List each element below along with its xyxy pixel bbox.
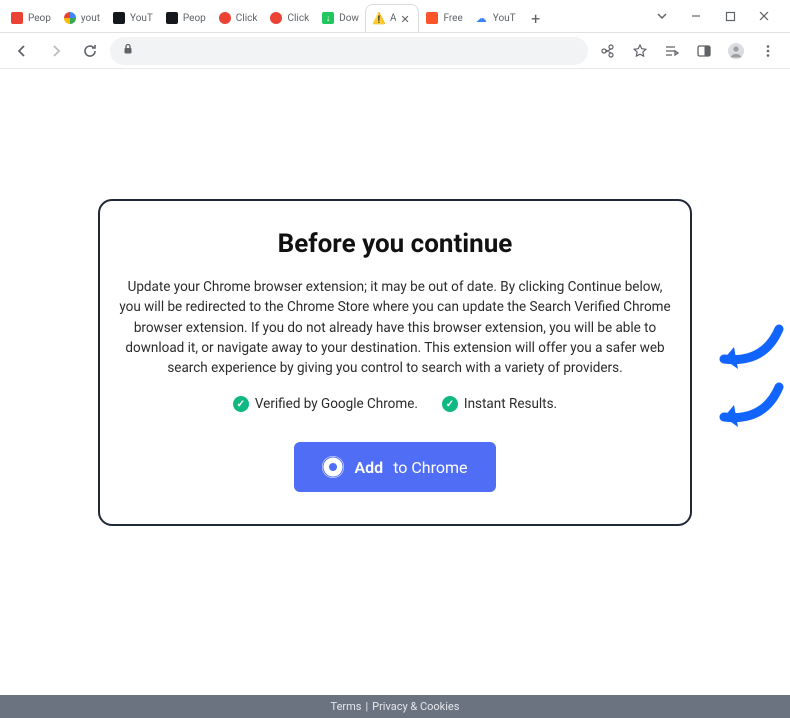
dialog-heading: Before you continue bbox=[118, 229, 672, 259]
warning-icon: ⚠️ bbox=[372, 12, 386, 26]
brave-icon bbox=[425, 11, 439, 25]
close-button[interactable] bbox=[750, 2, 778, 30]
instant-badge: ✓ Instant Results. bbox=[442, 396, 557, 412]
check-icon: ✓ bbox=[442, 396, 458, 412]
bookmark-icon[interactable] bbox=[626, 37, 654, 65]
chevron-down-icon[interactable] bbox=[648, 2, 676, 30]
browser-toolbar bbox=[0, 33, 790, 69]
browser-tab[interactable]: YouT bbox=[106, 4, 159, 32]
globe-icon bbox=[112, 11, 126, 25]
add-to-chrome-button[interactable]: Add to Chrome bbox=[294, 442, 495, 492]
dialog-body: Update your Chrome browser extension; it… bbox=[118, 277, 672, 378]
window-titlebar: Peop yout YouT Peop Click Click ↓ Dow ⚠️ A… bbox=[0, 0, 790, 33]
close-tab-icon[interactable]: ✕ bbox=[400, 13, 412, 25]
download-icon: ↓ bbox=[321, 11, 335, 25]
tab-title: Click bbox=[236, 13, 258, 24]
tab-title: A bbox=[390, 13, 397, 24]
verified-badge: ✓ Verified by Google Chrome. bbox=[233, 396, 418, 412]
reload-button[interactable] bbox=[76, 37, 104, 65]
tab-title: Click bbox=[287, 13, 309, 24]
browser-tab[interactable]: ☁ YouT bbox=[469, 4, 522, 32]
tab-title: YouT bbox=[130, 13, 153, 24]
browser-tab[interactable]: Click bbox=[212, 4, 264, 32]
tab-title: YouT bbox=[493, 13, 516, 24]
footer-separator: | bbox=[365, 700, 368, 713]
footer-privacy-link[interactable]: Privacy & Cookies bbox=[372, 700, 459, 713]
tab-title: Peop bbox=[28, 13, 51, 24]
badge-label: Instant Results. bbox=[464, 396, 557, 412]
tab-title: Dow bbox=[339, 13, 359, 24]
check-icon: ✓ bbox=[233, 396, 249, 412]
sidepanel-icon[interactable] bbox=[690, 37, 718, 65]
tab-title: Free bbox=[443, 13, 462, 24]
annotation-arrow bbox=[704, 319, 784, 369]
menu-icon[interactable] bbox=[754, 37, 782, 65]
tab-title: yout bbox=[81, 13, 100, 24]
footer-terms-link[interactable]: Terms bbox=[331, 700, 362, 713]
youtube-icon bbox=[10, 11, 24, 25]
forward-button[interactable] bbox=[42, 37, 70, 65]
dialog-badges: ✓ Verified by Google Chrome. ✓ Instant R… bbox=[118, 396, 672, 412]
new-tab-button[interactable]: + bbox=[522, 4, 550, 32]
profile-icon[interactable] bbox=[722, 37, 750, 65]
red-icon bbox=[269, 11, 283, 25]
maximize-button[interactable] bbox=[716, 2, 744, 30]
tab-strip: Peop yout YouT Peop Click Click ↓ Dow ⚠️ A… bbox=[0, 0, 636, 32]
google-icon bbox=[63, 11, 77, 25]
browser-tab[interactable]: ↓ Dow bbox=[315, 4, 365, 32]
playlist-icon[interactable] bbox=[658, 37, 686, 65]
browser-tab[interactable]: yout bbox=[57, 4, 106, 32]
continue-dialog: Before you continue Update your Chrome b… bbox=[98, 199, 692, 526]
minimize-button[interactable] bbox=[682, 2, 710, 30]
back-button[interactable] bbox=[8, 37, 36, 65]
address-bar[interactable] bbox=[110, 37, 588, 65]
share-icon[interactable] bbox=[594, 37, 622, 65]
youtube-icon bbox=[165, 11, 179, 25]
browser-tab-active[interactable]: ⚠️ A✕ bbox=[365, 4, 420, 32]
button-strong-label: Add bbox=[354, 458, 383, 477]
chrome-icon bbox=[322, 456, 344, 478]
cloud-icon: ☁ bbox=[475, 11, 489, 25]
lock-icon bbox=[122, 43, 134, 58]
browser-tab[interactable]: Free bbox=[419, 4, 468, 32]
browser-tab[interactable]: Peop bbox=[4, 4, 57, 32]
button-rest-label: to Chrome bbox=[393, 458, 467, 477]
tab-title: Peop bbox=[183, 13, 206, 24]
browser-tab[interactable]: Peop bbox=[159, 4, 212, 32]
annotation-arrow bbox=[704, 377, 784, 427]
toolbar-actions bbox=[594, 37, 782, 65]
browser-tab[interactable]: Click bbox=[263, 4, 315, 32]
red-icon bbox=[218, 11, 232, 25]
page-footer: Terms | Privacy & Cookies bbox=[0, 695, 790, 718]
window-controls bbox=[636, 2, 790, 30]
badge-label: Verified by Google Chrome. bbox=[255, 396, 418, 412]
page-viewport: risk.com Before you continue Update your… bbox=[0, 69, 790, 695]
